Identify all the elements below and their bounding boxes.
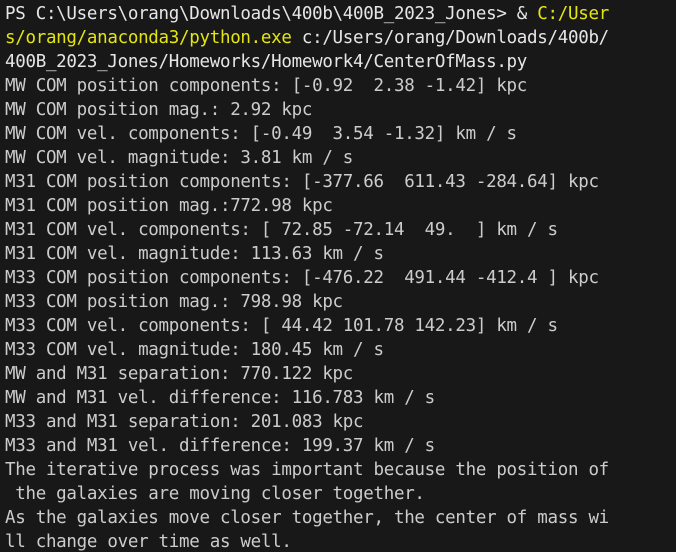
python-path-continued: s/orang/anaconda3/python.exe bbox=[5, 28, 292, 48]
output-line: ll change over time as well. bbox=[5, 532, 292, 552]
output-line: M33 COM position components: [-476.22 49… bbox=[5, 268, 599, 288]
output-line: M33 COM vel. magnitude: 180.45 km / s bbox=[5, 340, 384, 360]
terminal-output[interactable]: PS C:\Users\orang\Downloads\400b\400B_20… bbox=[0, 0, 676, 552]
prompt-line: PS C:\Users\orang\Downloads\400b\400B_20… bbox=[5, 2, 676, 26]
output-line: MW COM vel. magnitude: 3.81 km / s bbox=[5, 148, 354, 168]
output-line: M31 COM position components: [-377.66 61… bbox=[5, 172, 599, 192]
output-line: MW COM position mag.: 2.92 kpc bbox=[5, 100, 313, 120]
output-line: the galaxies are moving closer together. bbox=[5, 484, 425, 504]
output-line: The iterative process was important beca… bbox=[5, 460, 609, 480]
output-line: M31 COM vel. magnitude: 113.63 km / s bbox=[5, 244, 384, 264]
output-line: MW and M31 separation: 770.122 kpc bbox=[5, 364, 354, 384]
script-path-continued: 400B_2023_Jones/Homeworks/Homework4/Cent… bbox=[5, 52, 528, 72]
output-line: MW COM position components: [-0.92 2.38 … bbox=[5, 76, 528, 96]
output-line: M31 COM position mag.:772.98 kpc bbox=[5, 196, 333, 216]
output-line: MW and M31 vel. difference: 116.783 km /… bbox=[5, 388, 435, 408]
python-path: C:/User bbox=[537, 4, 609, 24]
output-line: M33 COM vel. components: [ 44.42 101.78 … bbox=[5, 316, 558, 336]
output-line: As the galaxies move closer together, th… bbox=[5, 508, 609, 528]
output-line: M33 and M31 separation: 201.083 kpc bbox=[5, 412, 364, 432]
output-line: M31 COM vel. components: [ 72.85 -72.14 … bbox=[5, 220, 558, 240]
script-path: c:/Users/orang/Downloads/400b/ bbox=[291, 28, 609, 48]
output-line: MW COM vel. components: [-0.49 3.54 -1.3… bbox=[5, 124, 517, 144]
output-line: M33 and M31 vel. difference: 199.37 km /… bbox=[5, 436, 435, 456]
prompt-path: PS C:\Users\orang\Downloads\400b\400B_20… bbox=[5, 4, 538, 24]
prompt-line-continued: s/orang/anaconda3/python.exe c:/Users/or… bbox=[5, 26, 676, 50]
output-line: M33 COM position mag.: 798.98 kpc bbox=[5, 292, 343, 312]
